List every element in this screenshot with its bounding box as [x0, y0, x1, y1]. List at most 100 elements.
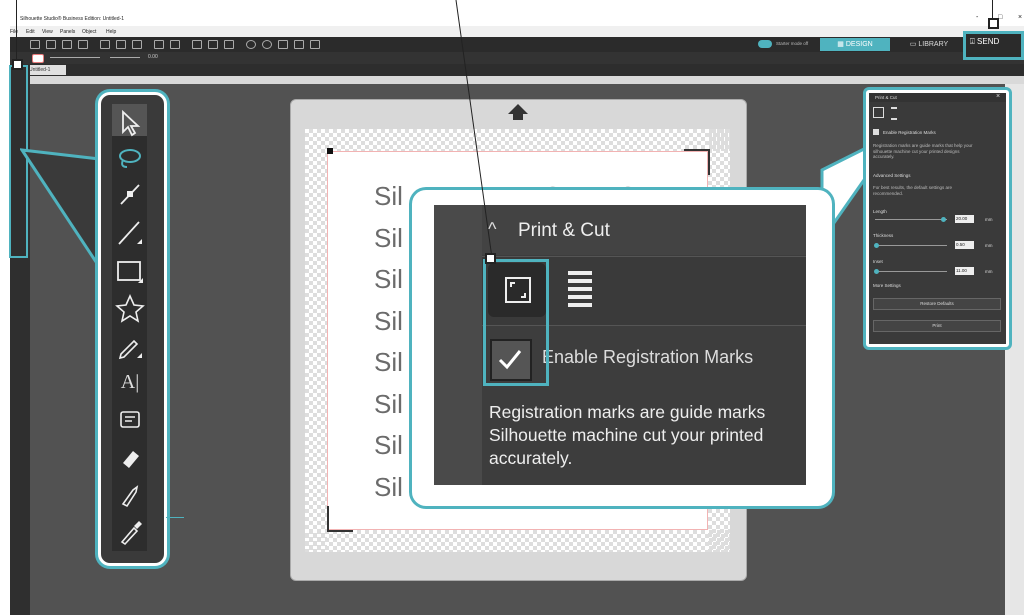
send-tab[interactable]: ⍗ SEND: [970, 37, 999, 47]
line-color-swatch[interactable]: [32, 54, 44, 63]
paste-icon[interactable]: [132, 40, 142, 49]
design-text-line-3[interactable]: Sil: [374, 264, 403, 295]
pan-icon[interactable]: [294, 40, 304, 49]
mat-feed-arrow-stem: [513, 114, 523, 120]
library-tab[interactable]: ▭ LIBRARY: [898, 38, 960, 51]
zoom-description: Registration marks are guide marks Silho…: [489, 402, 766, 468]
rp-inset-slider[interactable]: [875, 271, 947, 272]
lines-tab-icon[interactable]: [568, 269, 594, 309]
rp-close-icon[interactable]: ×: [996, 93, 1000, 100]
note-icon[interactable]: [115, 405, 145, 435]
design-text-line-7[interactable]: Sil: [374, 430, 403, 461]
grid-icon[interactable]: [310, 40, 320, 49]
rp-enable-checkbox[interactable]: [873, 129, 879, 135]
eraser-icon[interactable]: [115, 443, 145, 473]
registration-square: [327, 148, 333, 154]
library-label: LIBRARY: [918, 41, 949, 48]
line-width-value[interactable]: 0.00: [148, 54, 158, 60]
save-icon[interactable]: [62, 40, 72, 49]
line-style-selector[interactable]: [50, 57, 100, 58]
no-print-zone-bottom: [305, 530, 730, 552]
zoom-out-icon[interactable]: [262, 40, 272, 49]
rp-description: Registration marks are guide marks that …: [873, 143, 973, 159]
rp-thickness-slider[interactable]: [875, 245, 947, 246]
rp-lines-tab-icon[interactable]: [891, 107, 897, 120]
tools-callout-tick: [166, 517, 184, 518]
menu-view[interactable]: View: [42, 29, 53, 35]
zoom-fit-icon[interactable]: [278, 40, 288, 49]
rp-thickness-label: Thickness: [873, 233, 894, 238]
undo-icon[interactable]: [154, 40, 164, 49]
starter-mode-label: Starter mode off: [776, 41, 809, 46]
mat-feed-arrow-icon: [508, 104, 528, 114]
text-icon[interactable]: A|: [115, 367, 145, 397]
redo-icon[interactable]: [170, 40, 180, 49]
group-icon[interactable]: [192, 40, 202, 49]
design-text-line-6[interactable]: Sil: [374, 389, 403, 420]
select-arrow-icon[interactable]: [115, 108, 145, 138]
rp-restore-defaults-button[interactable]: Restore Defaults: [873, 298, 1001, 310]
rp-print-button[interactable]: Print: [873, 320, 1001, 332]
cut-icon[interactable]: [100, 40, 110, 49]
zoom-highlight-box: [483, 259, 549, 386]
starter-mode-toggle[interactable]: [758, 40, 772, 48]
rp-length-label: Length: [873, 209, 887, 214]
left-tools-leader-line: [16, 0, 17, 62]
rectangle-icon[interactable]: [115, 257, 145, 287]
zoom-in-icon[interactable]: [246, 40, 256, 49]
tools-callout-pointer: [20, 148, 110, 285]
design-text-line-2[interactable]: Sil: [374, 223, 403, 254]
rp-thickness-input[interactable]: 0.50: [955, 241, 974, 249]
close-button[interactable]: ×: [1018, 14, 1022, 21]
design-tab[interactable]: ▦ DESIGN: [820, 38, 890, 51]
menu-bar: File Edit View Panels Object Help: [10, 26, 1024, 37]
document-tab-label: Untitled-1: [29, 67, 51, 73]
zoom-panel-title: Print & Cut: [518, 220, 610, 241]
send-leader-marker: [988, 18, 999, 29]
rp-inset-label: Inset: [873, 259, 883, 264]
open-icon[interactable]: [46, 40, 56, 49]
pencil-icon[interactable]: [115, 332, 145, 362]
eyedropper-icon[interactable]: [115, 517, 145, 547]
replicate-icon[interactable]: [224, 40, 234, 49]
point-edit-icon[interactable]: [115, 179, 145, 209]
menu-panels[interactable]: Panels: [60, 29, 75, 35]
star-icon[interactable]: [115, 294, 145, 324]
rp-advanced-label[interactable]: Advanced Settings: [873, 173, 911, 178]
rp-thickness-unit: mm: [985, 243, 993, 248]
rp-title: Print & Cut: [875, 95, 897, 100]
no-print-zone-top: [305, 129, 730, 151]
print-icon[interactable]: [78, 40, 88, 49]
rp-inset-input[interactable]: 11.00: [955, 267, 974, 275]
copy-icon[interactable]: [116, 40, 126, 49]
minimize-button[interactable]: -: [976, 14, 978, 21]
rp-length-slider[interactable]: [875, 219, 947, 220]
knife-icon[interactable]: [115, 480, 145, 510]
design-text-line-4[interactable]: Sil: [374, 306, 403, 337]
rp-inset-unit: mm: [985, 269, 993, 274]
rp-registration-tab-icon[interactable]: [873, 107, 884, 118]
design-text-line-5[interactable]: Sil: [374, 347, 403, 378]
menu-object[interactable]: Object: [82, 29, 96, 35]
print-cut-panel: Print & Cut × Enable Registration Marks …: [866, 90, 1009, 347]
no-print-zone-left: [305, 129, 327, 552]
enable-registration-label: Enable Registration Marks: [542, 347, 754, 367]
menu-edit[interactable]: Edit: [26, 29, 35, 35]
rp-thickness-handle[interactable]: [874, 243, 879, 248]
ungroup-icon[interactable]: [208, 40, 218, 49]
menu-help[interactable]: Help: [106, 29, 116, 35]
rp-more-settings[interactable]: More Settings: [873, 283, 901, 288]
design-text-line-8[interactable]: Sil: [374, 472, 403, 503]
lasso-icon[interactable]: [115, 143, 145, 173]
rp-advanced-note: For best results, the default settings a…: [873, 185, 953, 196]
new-icon[interactable]: [30, 40, 40, 49]
line-width-selector[interactable]: [110, 57, 140, 58]
line-icon[interactable]: [115, 218, 145, 248]
rp-length-input[interactable]: 20.00: [955, 215, 974, 223]
rp-inset-handle[interactable]: [874, 269, 879, 274]
rp-length-handle[interactable]: [941, 217, 946, 222]
top-ruler: [30, 76, 1024, 84]
document-tab[interactable]: Untitled-1: [26, 65, 66, 75]
left-tools-leader-marker: [12, 59, 23, 70]
main-toolbar: Starter mode off ▦ DESIGN ▭ LIBRARY: [10, 37, 1024, 52]
